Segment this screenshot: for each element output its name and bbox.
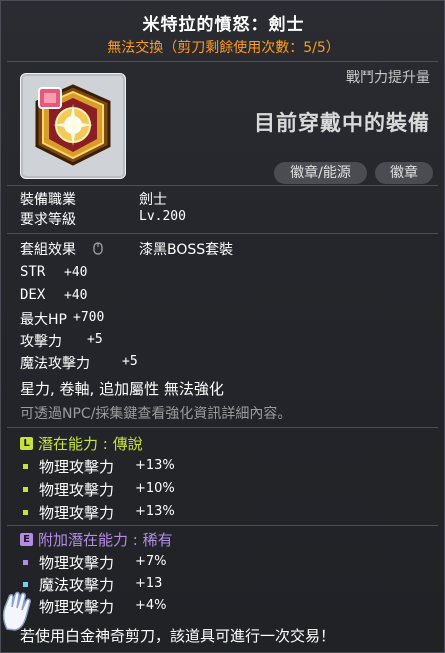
enhance-hint: 可透過NPC/採集鍵查看強化資訊詳細內容。: [20, 406, 292, 422]
divider: [7, 185, 438, 186]
potential-line-value: +13%: [135, 504, 175, 519]
potential-line-value: +10%: [135, 481, 175, 496]
scissors-trade-note: 若使用白金神奇剪刀，該道具可進行一次交易！: [20, 627, 336, 645]
mouse-icon[interactable]: [93, 242, 103, 255]
stat-value: +40: [64, 265, 88, 280]
additional-line-value: +4%: [135, 598, 167, 613]
stat-value: +5: [122, 354, 138, 369]
potential-label: 潛在能力 : 傳說: [38, 435, 143, 453]
bullet-icon: [23, 487, 28, 492]
stat-value: +5: [87, 332, 103, 347]
additional-line-name: 物理攻擊力: [39, 598, 115, 616]
stat-name: 攻擊力: [20, 334, 62, 350]
item-name: 米特拉的憤怒：劍士: [142, 15, 305, 35]
emblem-badge-icon: [35, 84, 111, 166]
set-effect-value: 漆黑BOSS套裝: [139, 242, 234, 258]
tag-badge-energy: 徽章/能源: [274, 162, 367, 184]
stat-name: 魔法攻擊力: [20, 356, 90, 372]
additional-line-value: +7%: [135, 554, 167, 569]
potential-line-name: 物理攻擊力: [39, 458, 115, 476]
bullet-icon: [23, 510, 28, 515]
bullet-icon: [23, 464, 28, 469]
potential-line-name: 物理攻擊力: [39, 481, 115, 499]
potential-line-value: +13%: [135, 458, 175, 473]
divider: [7, 61, 438, 62]
stat-name: 最大HP: [20, 312, 67, 328]
job-label: 裝備職業: [20, 192, 76, 208]
potential-line-name: 物理攻擊力: [39, 504, 115, 522]
combat-power-label: 戰鬥力提升量: [346, 70, 430, 86]
level-value: Lv.200: [139, 209, 186, 224]
rare-grade-icon: E: [20, 533, 33, 546]
job-value: 劍士: [139, 192, 167, 208]
enhance-restrictions: 星力, 卷軸, 追加屬性 無法強化: [20, 380, 224, 398]
legendary-grade-icon: L: [20, 437, 33, 450]
stat-value: +700: [73, 310, 105, 325]
additional-line-name: 魔法攻擊力: [39, 576, 115, 594]
set-effect-label: 套組效果: [20, 242, 76, 258]
item-tooltip: 米特拉的憤怒：劍士 無法交換（剪刀剩餘使用次數：5/5） 戰鬥力提升量 目前穿戴…: [0, 0, 445, 653]
bullet-icon: [23, 560, 28, 565]
stat-value: +40: [64, 288, 88, 303]
stat-name: DEX: [20, 287, 46, 303]
item-icon-frame: [20, 73, 126, 179]
hand-cursor-icon: [2, 591, 31, 631]
bullet-icon: [23, 582, 28, 587]
currently-equipped-label: 目前穿戴中的裝備: [254, 111, 430, 135]
divider: [7, 427, 438, 428]
tag-badge: 徽章: [375, 162, 433, 184]
level-label: 要求等級: [20, 212, 76, 228]
stat-name: STR: [20, 264, 46, 280]
additional-line-name: 物理攻擊力: [39, 554, 115, 572]
divider: [7, 233, 438, 234]
additional-line-value: +13: [135, 576, 163, 591]
trade-note: 無法交換（剪刀剩餘使用次數：5/5）: [107, 40, 340, 56]
divider: [7, 525, 438, 526]
additional-potential-label: 附加潛在能力 : 稀有: [38, 531, 173, 549]
